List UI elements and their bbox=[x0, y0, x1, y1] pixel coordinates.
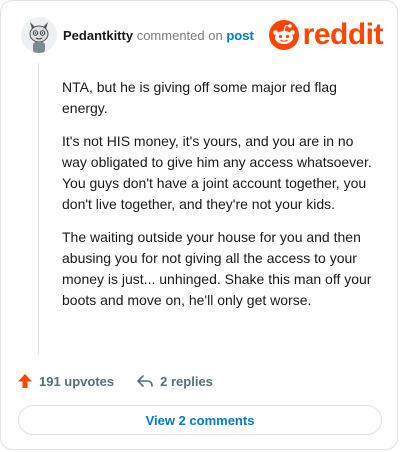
reddit-wordmark: reddit bbox=[302, 18, 384, 51]
comment-body: NTA, but he is giving off some major red… bbox=[62, 77, 382, 323]
thread-line[interactable] bbox=[38, 63, 39, 355]
reply-arrow-icon bbox=[137, 375, 153, 387]
comment-paragraph: It's not HIS money, it's yours, and you … bbox=[62, 133, 372, 212]
avatar-icon bbox=[21, 17, 57, 53]
comment-paragraph: NTA, but he is giving off some major red… bbox=[62, 79, 337, 116]
comment-byline: Pedantkitty commented on post bbox=[63, 28, 254, 43]
reply-count: 2 replies bbox=[160, 373, 213, 389]
view-comments-button[interactable]: View 2 comments bbox=[18, 405, 382, 435]
commented-on-text: commented on bbox=[136, 28, 223, 43]
upvote-button[interactable]: 191 upvotes bbox=[17, 373, 114, 389]
upvote-arrow-icon bbox=[18, 374, 32, 388]
upvote-count: 191 upvotes bbox=[39, 373, 115, 389]
reddit-logo[interactable]: reddit bbox=[268, 18, 384, 51]
comment-paragraph: The waiting outside your house for you a… bbox=[62, 229, 372, 308]
comment-actions: 191 upvotes 2 replies bbox=[17, 371, 213, 391]
post-link[interactable]: post bbox=[226, 28, 253, 43]
comment-card: Pedantkitty commented on post reddit NTA… bbox=[0, 0, 398, 450]
comment-header: Pedantkitty commented on post reddit bbox=[13, 17, 389, 53]
reddit-snoo-icon bbox=[268, 20, 299, 50]
avatar[interactable] bbox=[21, 17, 57, 53]
replies-button[interactable]: 2 replies bbox=[136, 373, 213, 389]
username[interactable]: Pedantkitty bbox=[63, 28, 133, 43]
